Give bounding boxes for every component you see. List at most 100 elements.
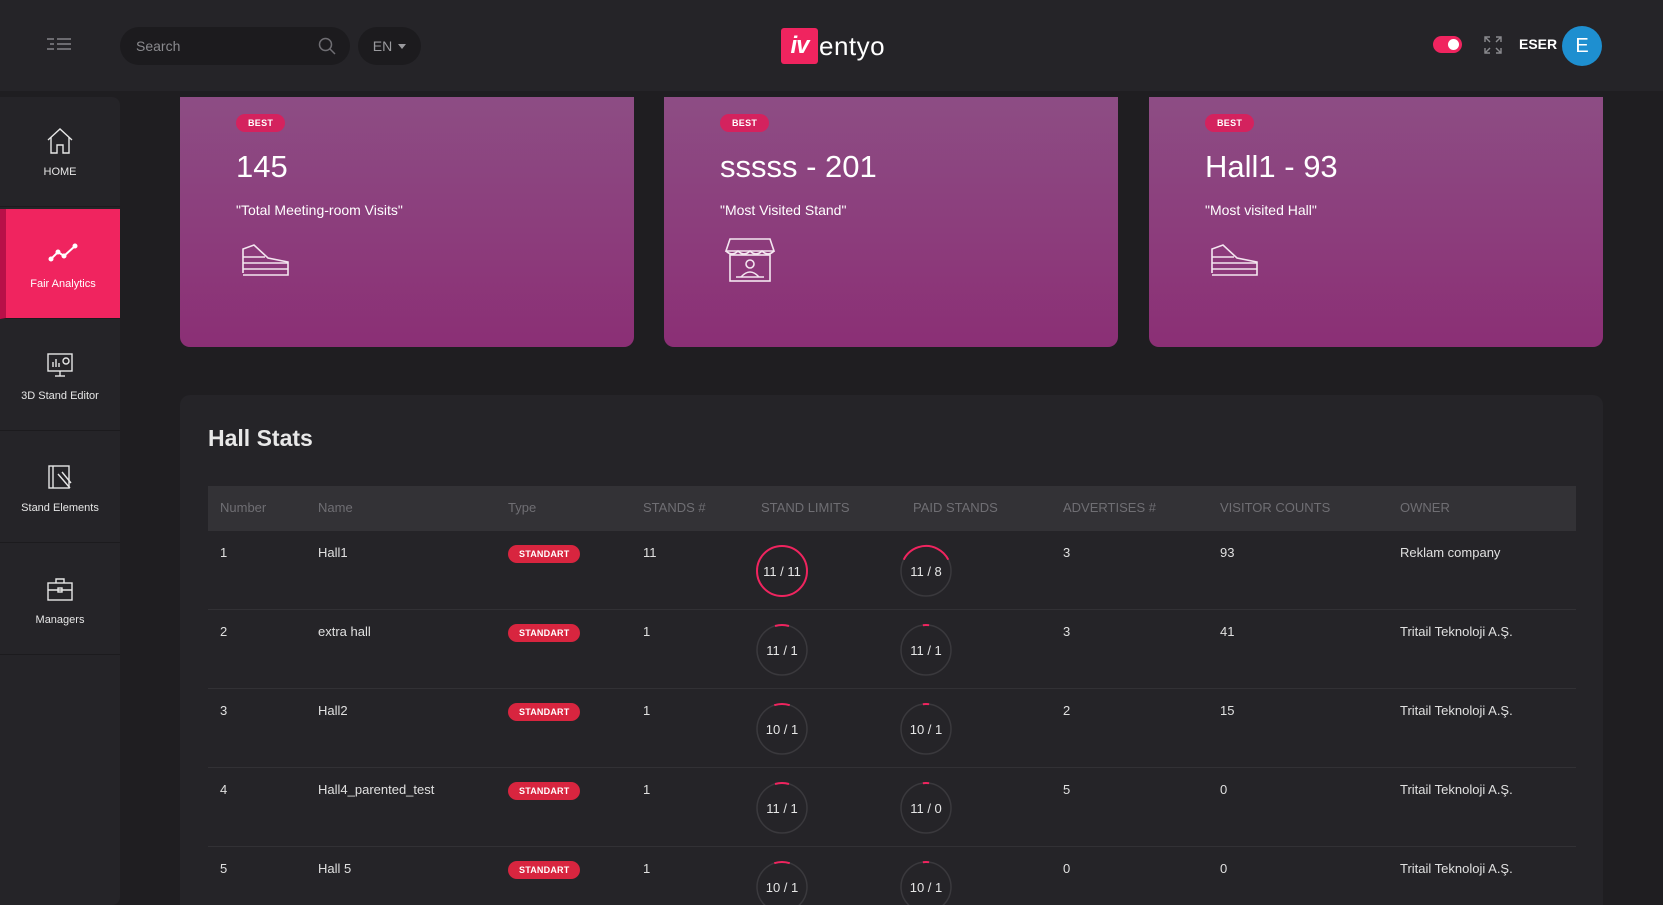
column-header-paid-stands[interactable]: PAID STANDS (913, 500, 998, 515)
paid-stands-gauge: 10 / 1 (898, 859, 954, 905)
cell-advertises: 3 (1063, 545, 1071, 560)
cell-stands: 1 (643, 624, 651, 639)
table-row[interactable]: 1 Hall1 STANDART 11 11 / 11 11 / 8 3 93 Reklam c… (208, 531, 1576, 610)
username[interactable]: ESER (1519, 36, 1557, 52)
column-header-visitor-counts[interactable]: VISITOR COUNTS (1220, 500, 1330, 515)
stand-limits-gauge: 11 / 11 (754, 543, 810, 599)
cell-visitor-count: 93 (1220, 545, 1235, 560)
sidebar-item-managers[interactable]: Managers (0, 545, 120, 655)
menu-toggle-icon[interactable] (46, 37, 72, 51)
paid-stands-gauge: 11 / 1 (898, 622, 954, 678)
avatar[interactable]: E (1562, 26, 1602, 66)
sidebar-item-3d-stand-editor[interactable]: 3D Stand Editor (0, 321, 120, 431)
card-value: Hall1 - 93 (1205, 149, 1338, 184)
type-badge: STANDART (508, 782, 581, 800)
search-icon[interactable] (318, 37, 336, 55)
card-description: "Most visited Hall" (1205, 202, 1317, 218)
table-row[interactable]: 2 extra hall STANDART 1 11 / 1 11 / 1 3 41 Trita… (208, 610, 1576, 689)
briefcase-icon (47, 577, 73, 601)
cell-visitor-count: 41 (1220, 624, 1235, 639)
top-bar: EN iv entyo ESER E (0, 0, 1663, 91)
paid-stands-gauge-value: 11 / 1 (910, 642, 942, 658)
card-description: "Total Meeting-room Visits" (236, 202, 403, 218)
column-header-stand-limits[interactable]: STAND LIMITS (761, 500, 850, 515)
sidebar-item-label: 3D Stand Editor (21, 389, 99, 402)
paid-stands-gauge: 10 / 1 (898, 701, 954, 757)
cell-stands: 1 (643, 703, 651, 718)
cell-visitor-count: 15 (1220, 703, 1235, 718)
search-input[interactable] (136, 27, 306, 65)
cell-number: 2 (220, 624, 228, 639)
cell-advertises: 5 (1063, 782, 1071, 797)
paid-stands-gauge: 11 / 0 (898, 780, 954, 836)
cell-owner: Tritail Teknoloji A.Ş. (1400, 861, 1513, 876)
paid-stands-gauge-value: 10 / 1 (909, 879, 943, 895)
stand-limits-gauge-value: 10 / 1 (765, 879, 799, 895)
stand-limits-gauge: 11 / 1 (754, 780, 810, 836)
cell-number: 4 (220, 782, 228, 797)
stat-card-most-visited-hall: BEST Hall1 - 93 "Most visited Hall" (1149, 97, 1603, 347)
stand-limits-gauge: 11 / 1 (754, 622, 810, 678)
cell-stands: 1 (643, 782, 651, 797)
hall-icon (1211, 244, 1258, 276)
table-body: 1 Hall1 STANDART 11 11 / 11 11 / 8 3 93 Reklam c… (208, 531, 1576, 905)
table-row[interactable]: 3 Hall2 STANDART 1 10 / 1 10 / 1 2 15 Tritail Te… (208, 689, 1576, 768)
column-header-name[interactable]: Name (318, 500, 353, 515)
search-box (120, 27, 350, 65)
cell-owner: Tritail Teknoloji A.Ş. (1400, 703, 1513, 718)
sidebar-item-label: Fair Analytics (30, 277, 96, 290)
sidebar-item-fair-analytics[interactable]: Fair Analytics (0, 209, 120, 319)
cell-advertises: 0 (1063, 861, 1071, 876)
sidebar-item-label: Stand Elements (21, 501, 99, 514)
sidebar-item-label: Managers (35, 613, 85, 626)
stand-limits-gauge: 10 / 1 (754, 859, 810, 905)
type-badge: STANDART (508, 703, 581, 721)
stat-card-meeting-room: BEST 145 "Total Meeting-room Visits" (180, 97, 634, 347)
card-value: 145 (236, 149, 288, 184)
theme-toggle[interactable] (1433, 36, 1462, 53)
card-description: "Most Visited Stand" (720, 202, 847, 218)
stat-card-most-visited-stand: BEST sssss - 201 "Most Visited Stand" (664, 97, 1118, 347)
cell-name: Hall2 (318, 703, 348, 718)
cell-name: Hall4_parented_test (318, 782, 435, 797)
cell-advertises: 2 (1063, 703, 1071, 718)
cell-advertises: 3 (1063, 624, 1071, 639)
cell-owner: Tritail Teknoloji A.Ş. (1400, 782, 1513, 797)
table-header: Number Name Type STANDS # STAND LIMITS P… (208, 486, 1576, 531)
column-header-owner[interactable]: OWNER (1400, 500, 1450, 515)
paid-stands-gauge-value: 11 / 8 (910, 563, 942, 579)
cell-stands: 1 (643, 861, 651, 876)
hall-stats-panel: Hall Stats Number Name Type STANDS # STA… (180, 395, 1603, 905)
stand-limits-gauge-value: 10 / 1 (765, 721, 799, 737)
column-header-type[interactable]: Type (508, 500, 536, 515)
panel-title: Hall Stats (208, 425, 313, 451)
table-row[interactable]: 5 Hall 5 STANDART 1 10 / 1 10 / 1 0 0 Tritail Te… (208, 847, 1576, 905)
sidebar-item-home[interactable]: HOME (0, 97, 120, 207)
sidebar-item-stand-elements[interactable]: Stand Elements (0, 433, 120, 543)
cell-name: Hall1 (318, 545, 348, 560)
language-selector[interactable]: EN (358, 27, 421, 65)
hall-icon (242, 244, 289, 276)
stand-icon (724, 238, 776, 282)
column-header-number[interactable]: Number (220, 500, 266, 515)
card-value: sssss - 201 (720, 149, 877, 184)
type-badge: STANDART (508, 861, 581, 879)
stand-limits-gauge: 10 / 1 (754, 701, 810, 757)
cell-number: 3 (220, 703, 228, 718)
stand-limits-gauge-value: 11 / 11 (763, 563, 801, 579)
best-badge: BEST (236, 114, 286, 132)
sidebar: HOME Fair Analytics 3D Stand Editor Stan… (0, 97, 120, 905)
best-badge: BEST (1205, 114, 1255, 132)
logo[interactable]: iv entyo (781, 27, 885, 65)
language-label: EN (372, 38, 393, 54)
best-badge: BEST (720, 114, 770, 132)
elements-icon (48, 464, 72, 489)
chevron-down-icon (398, 43, 407, 49)
paid-stands-gauge-value: 10 / 1 (909, 721, 943, 737)
column-header-stands[interactable]: STANDS # (643, 500, 706, 515)
fullscreen-icon[interactable] (1484, 36, 1502, 54)
logo-mark: iv (781, 28, 818, 64)
toggle-knob (1448, 39, 1459, 50)
column-header-advertises[interactable]: ADVERTISES # (1063, 500, 1156, 515)
table-row[interactable]: 4 Hall4_parented_test STANDART 1 11 / 1 11 / … (208, 768, 1576, 847)
